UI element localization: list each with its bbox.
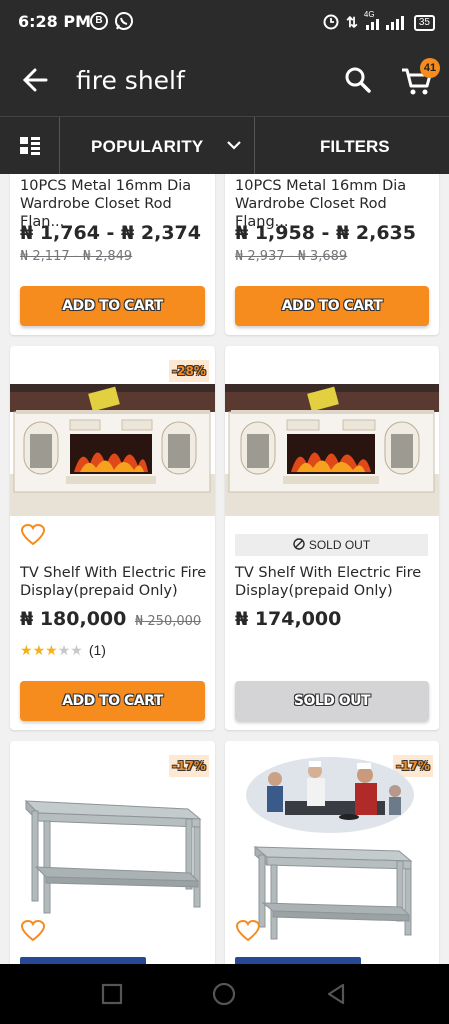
product-image[interactable]	[225, 384, 439, 516]
rating-count: (1)	[88, 642, 106, 658]
heart-icon[interactable]	[20, 523, 46, 547]
blocked-icon	[293, 535, 305, 550]
back-icon[interactable]	[324, 982, 348, 1006]
system-nav-bar	[0, 964, 449, 1024]
star-icon: ★	[45, 642, 58, 658]
rating-stars: ★★★★★ (1)	[20, 642, 106, 659]
star-icon: ★	[20, 642, 33, 658]
product-price: ₦ 1,764 - ₦ 2,374	[20, 222, 201, 244]
product-price: ₦ 1,958 - ₦ 2,635	[235, 222, 416, 244]
heart-icon[interactable]	[235, 919, 261, 943]
product-card[interactable]: 10PCS Metal 16mm Dia Wardrobe Closet Rod…	[10, 174, 215, 335]
sort-bar: POPULARITY FILTERS	[0, 116, 449, 175]
product-grid: 10PCS Metal 16mm Dia Wardrobe Closet Rod…	[0, 174, 449, 964]
network-type: 4G	[363, 9, 375, 19]
product-image[interactable]	[18, 781, 208, 921]
sold-out-badge: SOLD OUT	[235, 534, 428, 556]
status-bar: 6:28 PM B ⇅ 4G 35	[0, 0, 449, 44]
add-to-cart-button[interactable]: ADD TO CART	[20, 286, 205, 326]
product-card[interactable]: -17%	[225, 741, 439, 964]
sold-out-badge-label: SOLD OUT	[308, 538, 371, 552]
product-old-price: ₦ 2,937 - ₦ 3,689	[235, 249, 348, 264]
product-card[interactable]: -28% TV Shelf With Electric Fire Display…	[10, 346, 215, 730]
star-empty-icon: ★	[57, 642, 71, 658]
add-to-cart-button[interactable]: ADD TO CART	[20, 681, 205, 721]
product-name: TV Shelf With Electric Fire Display(prep…	[20, 565, 207, 599]
filters-button[interactable]: FILTERS	[256, 117, 449, 175]
sold-out-button[interactable]: SOLD OUT	[235, 681, 429, 721]
product-old-price: ₦ 250,000	[135, 614, 202, 629]
grid-view-toggle[interactable]	[0, 117, 60, 175]
star-icon: ★	[32, 642, 46, 658]
current-price: ₦ 180,000	[20, 608, 127, 630]
alarm-icon	[322, 12, 340, 33]
product-card[interactable]: SOLD OUT TV Shelf With Electric Fire Dis…	[225, 346, 439, 730]
signal-icon: 4G	[364, 10, 408, 32]
heart-icon[interactable]	[20, 919, 46, 943]
official-store-badge	[235, 957, 361, 964]
data-transfer-icon: ⇅	[346, 14, 358, 30]
product-name: TV Shelf With Electric Fire Display(prep…	[235, 565, 422, 599]
status-right: ⇅ 4G 35	[322, 10, 435, 33]
filters-label: FILTERS	[320, 137, 390, 156]
sort-dropdown[interactable]: POPULARITY	[61, 117, 255, 175]
search-icon[interactable]	[344, 66, 372, 94]
b-app-icon: B	[90, 12, 108, 30]
product-card[interactable]: -17%	[10, 741, 215, 964]
status-time: 6:28 PM	[18, 12, 92, 31]
home-icon[interactable]	[212, 982, 236, 1006]
discount-badge: -17%	[169, 755, 209, 777]
cart-count-badge: 41	[420, 58, 440, 78]
star-empty-icon: ★	[70, 642, 83, 658]
product-image[interactable]	[247, 837, 419, 947]
search-query[interactable]: fire shelf	[76, 66, 185, 95]
chevron-down-icon	[226, 135, 242, 160]
product-image[interactable]	[10, 384, 215, 516]
battery-icon: 35	[413, 14, 435, 31]
app-header: fire shelf 41	[0, 44, 449, 116]
recents-icon[interactable]	[100, 982, 124, 1006]
discount-badge: -28%	[169, 360, 209, 382]
sort-label: POPULARITY	[91, 137, 204, 156]
product-price: ₦ 174,000	[235, 608, 342, 630]
official-store-badge	[20, 957, 146, 964]
product-card[interactable]: 10PCS Metal 16mm Dia Wardrobe Closet Rod…	[225, 174, 439, 335]
back-arrow-icon[interactable]	[22, 62, 50, 98]
whatsapp-icon	[114, 11, 134, 31]
product-image[interactable]	[245, 755, 415, 835]
add-to-cart-button[interactable]: ADD TO CART	[235, 286, 429, 326]
product-price: ₦ 180,000 ₦ 250,000	[20, 608, 201, 630]
product-old-price: ₦ 2,117 - ₦ 2,849	[20, 249, 133, 264]
